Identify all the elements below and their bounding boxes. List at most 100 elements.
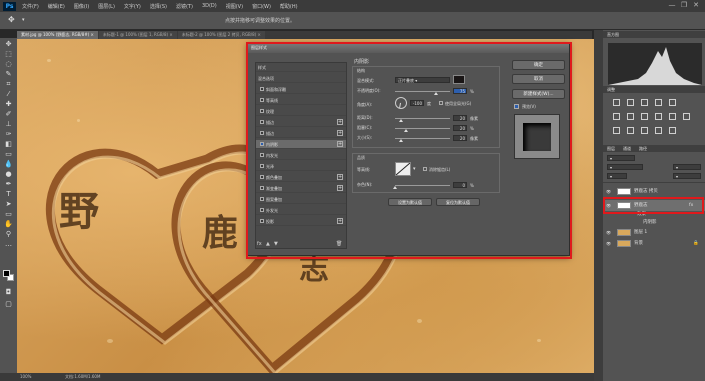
- ok-button[interactable]: 确定: [512, 60, 565, 70]
- screen-mode-icon[interactable]: ▢: [3, 300, 14, 309]
- opacity-slider[interactable]: [395, 91, 450, 92]
- set-default-button[interactable]: 设置为默认值: [388, 198, 432, 206]
- dodge-tool-icon[interactable]: ●: [3, 170, 14, 179]
- style-item[interactable]: 光泽: [256, 162, 346, 171]
- layers-panel-tab[interactable]: 路径: [639, 145, 647, 152]
- channel-mixer-icon[interactable]: [669, 113, 676, 120]
- zoom-tool-icon[interactable]: ⚲: [3, 230, 14, 239]
- posterize-icon[interactable]: [627, 127, 634, 134]
- menu-item-7[interactable]: 3D(D): [202, 3, 217, 10]
- hand-tool-icon[interactable]: ✋: [3, 220, 14, 229]
- layer-row[interactable]: 👁 背景 🔒: [603, 238, 705, 249]
- shape-tool-icon[interactable]: ▭: [3, 210, 14, 219]
- menu-item-0[interactable]: 文件(F): [22, 3, 39, 10]
- type-tool-icon[interactable]: T: [3, 190, 14, 199]
- color-balance-icon[interactable]: [627, 113, 634, 120]
- style-checkbox[interactable]: [260, 208, 264, 212]
- path-select-icon[interactable]: ➤: [3, 200, 14, 209]
- layers-panel-tab[interactable]: 图层: [607, 145, 615, 152]
- visibility-eye-icon[interactable]: 👁: [606, 238, 611, 249]
- fx-badge[interactable]: fx: [689, 200, 693, 211]
- add-style-icon[interactable]: +: [337, 174, 343, 180]
- layer-opacity-field[interactable]: ▾: [673, 164, 701, 170]
- style-checkbox[interactable]: [260, 98, 264, 102]
- brush-tool-icon[interactable]: ✐: [3, 110, 14, 119]
- blend-mode-dropdown[interactable]: ▾: [607, 164, 643, 170]
- style-item[interactable]: 纹理: [256, 107, 346, 116]
- more-tools-icon[interactable]: …: [3, 240, 14, 249]
- visibility-eye-icon[interactable]: 👁: [606, 200, 611, 211]
- eyedropper-tool-icon[interactable]: ⁄: [3, 90, 14, 99]
- pen-tool-icon[interactable]: ✒: [3, 180, 14, 189]
- noise-knob[interactable]: [393, 186, 397, 189]
- size-slider[interactable]: [395, 138, 450, 139]
- style-item[interactable]: 颜色叠加 +: [256, 173, 346, 182]
- new-style-button[interactable]: 新建样式(W)...: [512, 89, 565, 99]
- reset-default-button[interactable]: 复位为默认值: [436, 198, 480, 206]
- add-style-icon[interactable]: +: [337, 130, 343, 136]
- gradient-map-icon[interactable]: [655, 127, 662, 134]
- gradient-tool-icon[interactable]: ▭: [3, 150, 14, 159]
- contour-dropdown-icon[interactable]: ▾: [413, 166, 416, 172]
- exposure-icon[interactable]: [655, 99, 662, 106]
- move-down-icon[interactable]: ▼: [274, 241, 278, 247]
- shadow-color-swatch[interactable]: [453, 75, 465, 84]
- lock-controls[interactable]: ▾: [607, 173, 627, 179]
- layer-row[interactable]: 👁 图层 1: [603, 227, 705, 238]
- restore-button[interactable]: ❐: [678, 1, 690, 9]
- photo-filter-icon[interactable]: [655, 113, 662, 120]
- opacity-knob[interactable]: [434, 92, 439, 95]
- lasso-tool-icon[interactable]: ◌: [3, 60, 14, 69]
- adjustments-panel-tab[interactable]: 调整: [603, 86, 705, 93]
- threshold-icon[interactable]: [641, 127, 648, 134]
- style-item[interactable]: 外发光: [256, 206, 346, 215]
- menu-item-5[interactable]: 选择(S): [150, 3, 167, 10]
- stamp-tool-icon[interactable]: ⊥: [3, 120, 14, 129]
- close-button[interactable]: ✕: [690, 1, 702, 9]
- style-item[interactable]: 内阴影 +: [256, 140, 346, 149]
- add-style-icon[interactable]: +: [337, 218, 343, 224]
- move-icon[interactable]: ✥: [8, 15, 15, 24]
- document-tab[interactable]: 未标题-1 @ 100% (图层 1, RGB/8) ×: [98, 31, 177, 39]
- distance-field[interactable]: 20: [453, 115, 467, 121]
- style-item[interactable]: 投影 +: [256, 217, 346, 226]
- noise-slider[interactable]: [395, 185, 450, 186]
- selective-color-icon[interactable]: [669, 127, 676, 134]
- marquee-tool-icon[interactable]: ⬚: [3, 50, 14, 59]
- dialog-title[interactable]: 图层样式: [248, 43, 569, 53]
- foreground-color-swatch[interactable]: [3, 270, 10, 277]
- preview-checkbox[interactable]: [514, 104, 519, 109]
- layer-row[interactable]: 内阴影: [603, 219, 705, 227]
- layer-row[interactable]: 👁 野鹿志 拷贝: [603, 186, 705, 197]
- antialias-checkbox[interactable]: [423, 167, 427, 171]
- menu-item-6[interactable]: 滤镜(T): [176, 3, 193, 10]
- style-item[interactable]: 图案叠加: [256, 195, 346, 204]
- hue-icon[interactable]: [613, 113, 620, 120]
- style-item[interactable]: 内发光: [256, 151, 346, 160]
- style-item[interactable]: 描边 +: [256, 129, 346, 138]
- add-style-icon[interactable]: +: [337, 185, 343, 191]
- style-item[interactable]: 渐变叠加 +: [256, 184, 346, 193]
- size-knob[interactable]: [398, 139, 403, 142]
- style-checkbox[interactable]: [260, 109, 264, 113]
- quick-mask-icon[interactable]: ◘: [3, 288, 14, 297]
- move-up-icon[interactable]: ▲: [266, 241, 270, 247]
- tool-preset-dropdown[interactable]: ▾: [22, 17, 25, 23]
- style-checkbox[interactable]: [260, 142, 264, 146]
- zoom-level[interactable]: 100%: [20, 374, 31, 379]
- layer-row[interactable]: 效果: [603, 211, 705, 219]
- style-checkbox[interactable]: [260, 153, 264, 157]
- menu-item-9[interactable]: 窗口(W): [252, 3, 271, 10]
- eraser-tool-icon[interactable]: ◧: [3, 140, 14, 149]
- angle-field[interactable]: -100: [410, 100, 424, 106]
- style-item[interactable]: 样式: [256, 63, 346, 72]
- style-item[interactable]: 斜面和浮雕: [256, 85, 346, 94]
- visibility-eye-icon[interactable]: 👁: [606, 186, 611, 197]
- angle-dial[interactable]: [395, 97, 407, 109]
- invert-icon[interactable]: [613, 127, 620, 134]
- layer-filter-dropdown[interactable]: ▾: [607, 155, 635, 161]
- menu-item-2[interactable]: 图像(I): [74, 3, 89, 10]
- quick-select-tool-icon[interactable]: ✎: [3, 70, 14, 79]
- choke-knob[interactable]: [404, 129, 408, 132]
- contour-picker[interactable]: [395, 162, 411, 176]
